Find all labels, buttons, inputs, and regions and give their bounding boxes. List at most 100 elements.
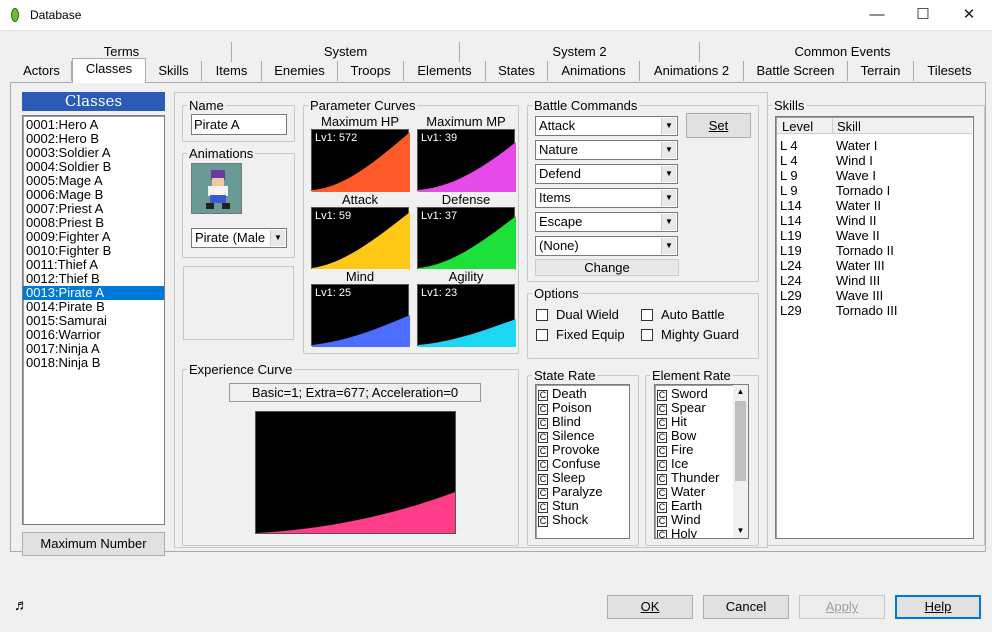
rate-list-item[interactable]: C Blind — [536, 415, 629, 429]
class-list-item[interactable]: 0005:Mage A — [23, 174, 164, 188]
rate-list-item[interactable]: C Paralyze — [536, 485, 629, 499]
rate-list-item[interactable]: C Confuse — [536, 457, 629, 471]
scroll-up-icon[interactable]: ▲ — [733, 385, 748, 399]
class-list-item[interactable]: 0010:Fighter B — [23, 244, 164, 258]
class-list-item[interactable]: 0011:Thief A — [23, 258, 164, 272]
checkbox-label: Fixed Equip — [556, 327, 625, 342]
parameter-curve-graph[interactable]: Lv1: 39 — [417, 129, 516, 192]
apply-button[interactable]: Apply — [799, 595, 885, 619]
parameter-curve-graph[interactable]: Lv1: 37 — [417, 207, 516, 270]
experience-graph[interactable] — [255, 411, 456, 534]
tab-skills[interactable]: Skills — [146, 61, 202, 81]
element-rate-scrollbar[interactable]: ▲ ▼ — [733, 385, 748, 538]
tab-common-events[interactable]: Common Events — [700, 42, 985, 62]
tab-system[interactable]: System — [232, 42, 460, 62]
tab-tilesets[interactable]: Tilesets — [914, 61, 985, 81]
class-list-item[interactable]: 0015:Samurai — [23, 314, 164, 328]
class-list-item[interactable]: 0016:Warrior — [23, 328, 164, 342]
tab-actors[interactable]: Actors — [12, 61, 72, 81]
class-list-item[interactable]: 0004:Soldier B — [23, 160, 164, 174]
fixed-equip-checkbox[interactable]: Fixed Equip — [536, 327, 625, 342]
tab-enemies[interactable]: Enemies — [262, 61, 338, 81]
skills-list[interactable]: Level Skill L 4 Water I L 4 Wind I L 9 Wave I… — [775, 116, 974, 539]
battle-command-select[interactable]: Defend ▼ — [535, 164, 678, 184]
rate-list-item[interactable]: C Silence — [536, 429, 629, 443]
tab-battle-screen[interactable]: Battle Screen — [744, 61, 848, 81]
class-list-item[interactable]: 0007:Priest A — [23, 202, 164, 216]
set-button[interactable]: Set — [686, 113, 751, 138]
parameter-curve-graph[interactable]: Lv1: 23 — [417, 284, 516, 347]
class-list[interactable]: 0001:Hero A 0002:Hero B 0003:Soldier A 0004… — [22, 115, 165, 525]
tab-states[interactable]: States — [486, 61, 548, 81]
class-list-item[interactable]: 0001:Hero A — [23, 118, 164, 132]
class-list-item[interactable]: 0002:Hero B — [23, 132, 164, 146]
parameter-curve-graph[interactable]: Lv1: 59 — [311, 207, 410, 270]
class-list-item[interactable]: 0009:Fighter A — [23, 230, 164, 244]
mighty-guard-checkbox[interactable]: Mighty Guard — [641, 327, 739, 342]
skill-row[interactable]: L19 Tornado II — [780, 243, 970, 258]
skill-row[interactable]: L19 Wave II — [780, 228, 970, 243]
maximize-button[interactable]: ☐ — [900, 0, 946, 31]
skill-row[interactable]: L 9 Wave I — [780, 168, 970, 183]
tab-animations[interactable]: Animations — [548, 61, 640, 81]
class-list-item[interactable]: 0003:Soldier A — [23, 146, 164, 160]
parameter-curve-graph[interactable]: Lv1: 572 — [311, 129, 410, 192]
class-list-item[interactable]: 0008:Priest B — [23, 216, 164, 230]
rate-list-item[interactable]: C Stun — [536, 499, 629, 513]
battle-command-select[interactable]: Escape ▼ — [535, 212, 678, 232]
rate-list-item[interactable]: C Poison — [536, 401, 629, 415]
battle-command-select[interactable]: Attack ▼ — [535, 116, 678, 136]
rate-list-item[interactable]: C Provoke — [536, 443, 629, 457]
class-list-item[interactable]: 0006:Mage B — [23, 188, 164, 202]
skill-row[interactable]: L29 Wave III — [780, 288, 970, 303]
skill-row[interactable]: L 4 Wind I — [780, 153, 970, 168]
parameter-curve-graph[interactable]: Lv1: 25 — [311, 284, 410, 347]
close-button[interactable]: ✕ — [946, 0, 992, 31]
class-list-item[interactable]: 0014:Pirate B — [23, 300, 164, 314]
class-list-item[interactable]: 0017:Ninja A — [23, 342, 164, 356]
col-level-header[interactable]: Level — [782, 119, 813, 134]
tab-elements[interactable]: Elements — [404, 61, 486, 81]
rate-list-item[interactable]: C Sleep — [536, 471, 629, 485]
animation-select[interactable]: Pirate (Male ▼ — [191, 228, 287, 248]
cancel-button[interactable]: Cancel — [703, 595, 789, 619]
skill-row[interactable]: L 9 Tornado I — [780, 183, 970, 198]
element-rate-list[interactable]: C Sword C Spear C Hit C Bow C Fire C Ice C Thunder C Wa… — [654, 384, 749, 539]
tab-terrain[interactable]: Terrain — [848, 61, 914, 81]
auto-battle-checkbox[interactable]: Auto Battle — [641, 307, 725, 322]
class-list-item[interactable]: 0018:Ninja B — [23, 356, 164, 370]
tab-classes[interactable]: Classes — [72, 58, 146, 83]
skill-row[interactable]: L14 Water II — [780, 198, 970, 213]
skill-row[interactable]: L24 Wind III — [780, 273, 970, 288]
tab-animations-2[interactable]: Animations 2 — [640, 61, 744, 81]
skill-row[interactable]: L 4 Water I — [780, 138, 970, 153]
help-button[interactable]: Help — [895, 595, 981, 619]
tab-label: Classes — [85, 61, 133, 76]
experience-params-button[interactable]: Basic=1; Extra=677; Acceleration=0 — [229, 383, 481, 402]
scrollbar-thumb[interactable] — [735, 401, 746, 481]
minimize-button[interactable]: — — [854, 0, 900, 31]
battle-command-select[interactable]: Items ▼ — [535, 188, 678, 208]
skill-row[interactable]: L24 Water III — [780, 258, 970, 273]
tab-troops[interactable]: Troops — [338, 61, 404, 81]
battle-command-select[interactable]: Nature ▼ — [535, 140, 678, 160]
rate-list-item[interactable]: C Shock — [536, 513, 629, 527]
dual-wield-checkbox[interactable]: Dual Wield — [536, 307, 619, 322]
state-rate-list[interactable]: C Death C Poison C Blind C Silence C Provoke C Conf… — [535, 384, 630, 539]
tab-items[interactable]: Items — [202, 61, 262, 81]
battle-command-select[interactable]: (None) ▼ — [535, 236, 678, 256]
tab-system-2[interactable]: System 2 — [460, 42, 700, 62]
change-button[interactable]: Change — [535, 259, 679, 276]
music-note-icon[interactable]: ♬ — [14, 597, 29, 614]
skill-row[interactable]: L29 Tornado III — [780, 303, 970, 318]
rate-list-item[interactable]: C Death — [536, 387, 629, 401]
checkbox-label: Mighty Guard — [661, 327, 740, 342]
ok-button[interactable]: OK — [607, 595, 693, 619]
skill-row[interactable]: L14 Wind II — [780, 213, 970, 228]
class-list-item[interactable]: 0013:Pirate A — [23, 286, 164, 300]
name-field[interactable] — [191, 114, 287, 135]
maximum-number-button[interactable]: Maximum Number — [22, 532, 165, 556]
scroll-down-icon[interactable]: ▼ — [733, 524, 748, 538]
col-skill-header[interactable]: Skill — [837, 119, 861, 134]
class-list-item[interactable]: 0012:Thief B — [23, 272, 164, 286]
